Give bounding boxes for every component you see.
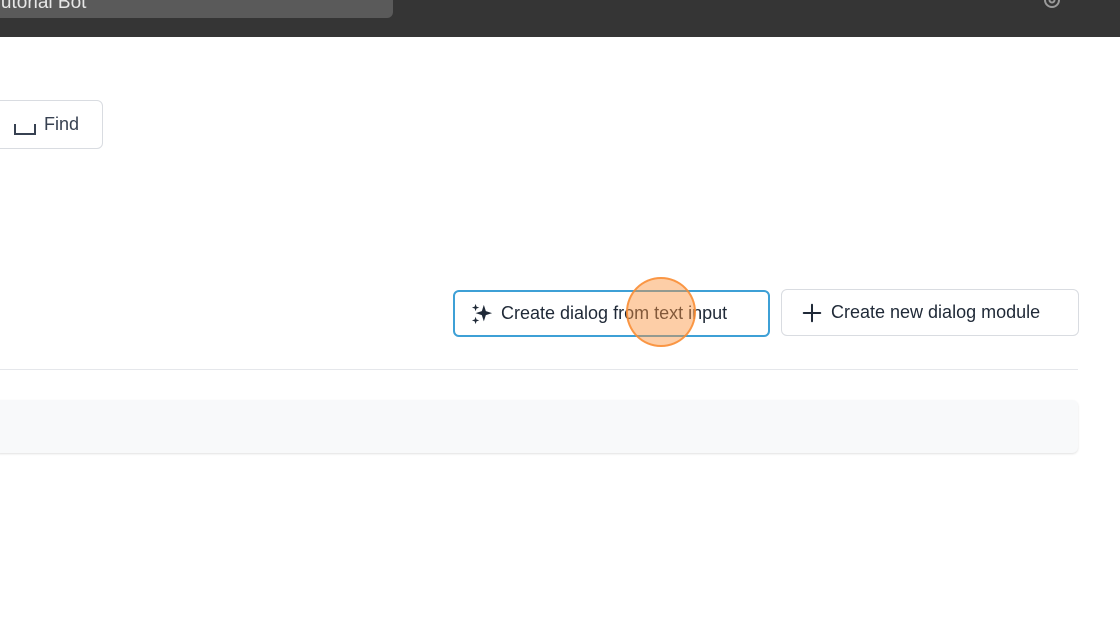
create-dialog-from-text-label: Create dialog from text input	[501, 303, 728, 323]
top-bar: Tutorial Bot	[0, 0, 1120, 37]
create-new-dialog-module-button[interactable]: Create new dialog module	[781, 289, 1079, 336]
plus-icon	[802, 303, 822, 322]
sparkles-icon	[471, 303, 493, 324]
create-dialog-from-text-button[interactable]: Create dialog from text input	[453, 290, 770, 337]
gear-icon[interactable]	[1040, 0, 1064, 12]
bot-selector[interactable]: Tutorial Bot	[0, 0, 393, 18]
bot-name: Tutorial Bot	[0, 0, 87, 13]
find-button-label: Find	[44, 114, 80, 134]
find-button[interactable]: Find	[0, 100, 103, 149]
create-new-dialog-module-label: Create new dialog module	[831, 302, 1041, 322]
dialog-module-list	[0, 400, 1078, 453]
space-key-icon	[14, 123, 36, 135]
section-divider	[0, 369, 1078, 370]
